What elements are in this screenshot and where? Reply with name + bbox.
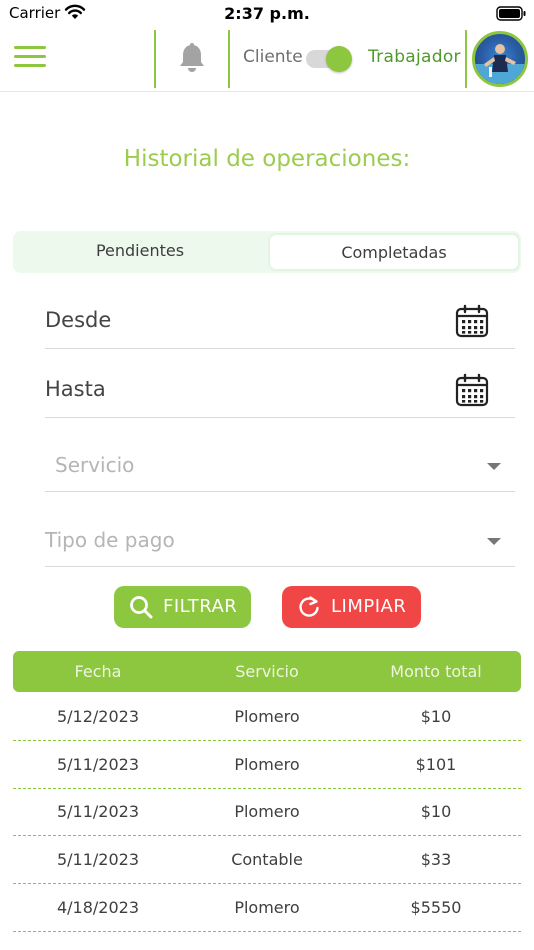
desde-date-field[interactable]: Desde (45, 296, 515, 349)
filtrar-label: FILTRAR (163, 596, 238, 617)
tipo-pago-select[interactable]: Tipo de pago (45, 514, 515, 567)
search-icon (130, 596, 153, 619)
cell-monto: $101 (415, 755, 457, 774)
desde-label: Desde (45, 308, 112, 332)
status-bar: Carrier 2:37 p.m. (0, 0, 534, 28)
avatar-photo (475, 44, 525, 84)
cell-fecha: 5/11/2023 (56, 802, 140, 821)
limpiar-label: LIMPIAR (331, 596, 407, 617)
bell-icon[interactable] (176, 42, 208, 76)
cell-servicio: Plomero (234, 898, 300, 917)
chevron-down-icon (487, 463, 501, 470)
cell-fecha: 5/12/2023 (56, 707, 140, 726)
cell-fecha: 5/11/2023 (56, 755, 140, 774)
cell-servicio: Plomero (234, 755, 300, 774)
battery-icon (496, 6, 526, 21)
limpiar-button[interactable]: LIMPIAR (282, 586, 421, 628)
role-toggle-switch[interactable] (306, 46, 354, 72)
servicio-placeholder: Servicio (55, 453, 135, 477)
cliente-label: Cliente (243, 47, 303, 67)
tab-pendientes[interactable]: Pendientes (13, 231, 267, 273)
cell-monto: $10 (420, 802, 452, 821)
filtrar-button[interactable]: FILTRAR (114, 586, 251, 628)
cell-servicio: Plomero (234, 802, 300, 821)
column-header-monto: Monto total (390, 662, 482, 681)
cell-monto: $33 (420, 850, 452, 869)
table-row[interactable]: 5/11/2023 Plomero $101 (13, 741, 521, 789)
tab-completadas[interactable]: Completadas (268, 233, 520, 271)
status-tabs: Pendientes Completadas (13, 231, 521, 273)
cell-monto: $10 (420, 707, 452, 726)
header-divider (465, 30, 467, 88)
hamburger-menu-icon[interactable] (14, 46, 48, 72)
calendar-icon[interactable] (455, 304, 489, 338)
table-row[interactable]: 4/18/2023 Plomero $5550 (13, 884, 521, 932)
app-header: Cliente Trabajador (0, 28, 534, 92)
header-divider (228, 30, 230, 88)
servicio-select[interactable]: Servicio (45, 439, 515, 492)
avatar[interactable] (472, 31, 528, 87)
table-header: Fecha Servicio Monto total (13, 651, 521, 692)
cell-servicio: Plomero (234, 707, 300, 726)
trabajador-label: Trabajador (368, 47, 461, 67)
cell-servicio: Contable (231, 850, 303, 869)
refresh-icon (299, 596, 319, 617)
calendar-icon[interactable] (455, 373, 489, 407)
chevron-down-icon (487, 538, 501, 545)
page-title: Historial de operaciones: (123, 146, 411, 172)
cell-monto: $5550 (410, 898, 462, 917)
column-header-servicio: Servicio (235, 662, 299, 681)
column-header-fecha: Fecha (74, 662, 122, 681)
cell-fecha: 4/18/2023 (56, 898, 140, 917)
tipo-pago-placeholder: Tipo de pago (45, 528, 175, 552)
hasta-label: Hasta (45, 377, 106, 401)
table-row[interactable]: 5/11/2023 Contable $33 (13, 836, 521, 884)
cell-fecha: 5/11/2023 (56, 850, 140, 869)
clock-time: 2:37 p.m. (224, 4, 310, 23)
table-row[interactable]: 5/12/2023 Plomero $10 (13, 693, 521, 741)
header-divider (154, 30, 156, 88)
table-row[interactable]: 5/11/2023 Plomero $10 (13, 788, 521, 836)
hasta-date-field[interactable]: Hasta (45, 365, 515, 418)
